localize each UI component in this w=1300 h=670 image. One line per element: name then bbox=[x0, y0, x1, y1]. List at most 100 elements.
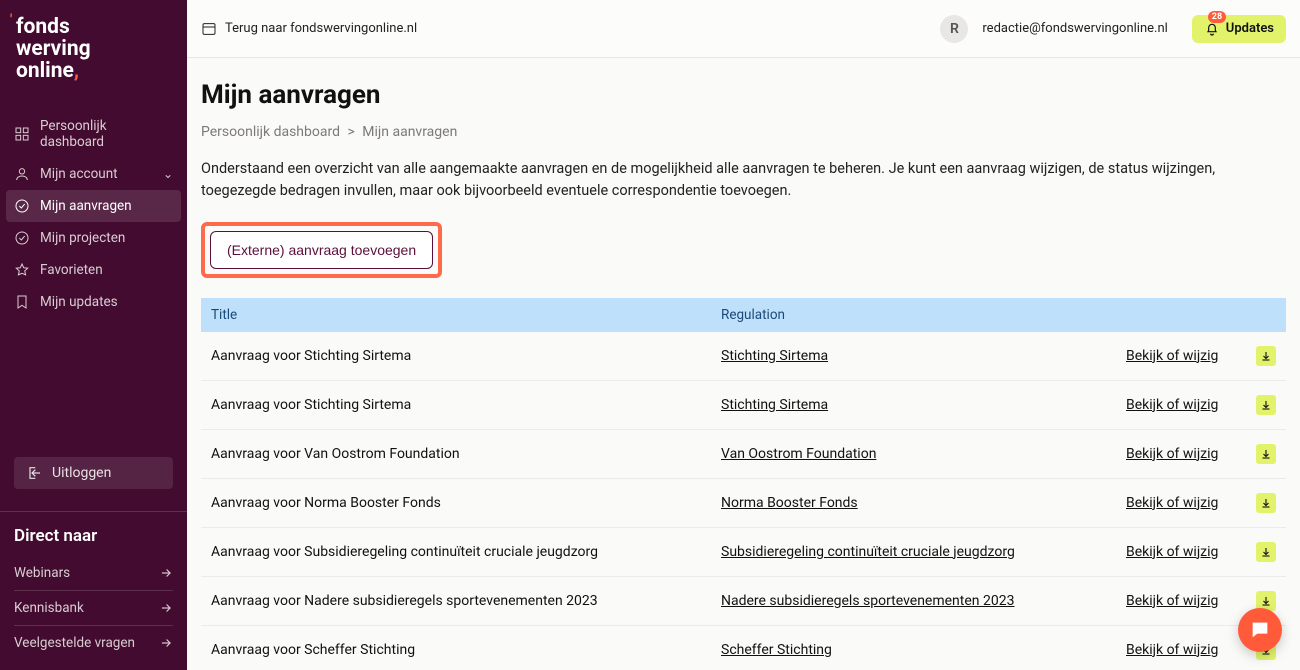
intro-text: Onderstaand een overzicht van alle aange… bbox=[201, 158, 1281, 202]
sidebar-item-favorieten[interactable]: Favorieten bbox=[0, 254, 187, 286]
topbar: Terug naar fondswervingonline.nl R redac… bbox=[187, 0, 1300, 58]
regulation-link[interactable]: Subsidieregeling continuïteit cruciale j… bbox=[721, 544, 1015, 560]
chat-icon bbox=[1249, 619, 1271, 641]
user-email: redactie@fondswervingonline.nl bbox=[982, 21, 1167, 36]
view-edit-link[interactable]: Bekijk of wijzig bbox=[1126, 544, 1218, 560]
updates-badge: 28 bbox=[1208, 11, 1226, 23]
download-button[interactable] bbox=[1256, 542, 1276, 562]
table-row: Aanvraag voor Stichting Sirtema Stichting… bbox=[201, 380, 1286, 429]
table-row: Aanvraag voor Van Oostrom Foundation Van … bbox=[201, 429, 1286, 478]
regulation-link[interactable]: Norma Booster Fonds bbox=[721, 495, 858, 511]
chevron-down-icon: ⌄ bbox=[163, 167, 173, 181]
download-icon bbox=[1260, 595, 1272, 607]
direct-link-label: Veelgestelde vragen bbox=[14, 635, 135, 651]
row-title: Aanvraag voor Nadere subsidieregels spor… bbox=[201, 576, 711, 625]
download-icon bbox=[1260, 546, 1272, 558]
direct-link-kennisbank[interactable]: Kennisbank bbox=[14, 591, 173, 626]
row-title: Aanvraag voor Scheffer Stichting bbox=[201, 625, 711, 670]
logo-line1: fonds bbox=[16, 15, 70, 39]
sidebar-item-label: Mijn projecten bbox=[40, 230, 125, 246]
sidebar-item-label: Mijn account bbox=[40, 166, 118, 182]
bell-icon bbox=[1204, 21, 1220, 37]
sidebar-item-aanvragen[interactable]: Mijn aanvragen bbox=[6, 190, 181, 222]
logo-line3: online bbox=[16, 59, 74, 83]
table-row: Aanvraag voor Nadere subsidieregels spor… bbox=[201, 576, 1286, 625]
regulation-link[interactable]: Stichting Sirtema bbox=[721, 348, 828, 364]
row-title: Aanvraag voor Stichting Sirtema bbox=[201, 380, 711, 429]
sidebar-nav: Persoonlijk dashboard Mijn account ⌄ Mij… bbox=[0, 110, 187, 318]
highlight-box: (Externe) aanvraag toevoegen bbox=[201, 222, 442, 278]
download-button[interactable] bbox=[1256, 493, 1276, 513]
chat-bubble[interactable] bbox=[1238, 608, 1282, 652]
avatar[interactable]: R bbox=[940, 15, 968, 43]
view-edit-link[interactable]: Bekijk of wijzig bbox=[1126, 593, 1218, 609]
sidebar-item-label: Mijn updates bbox=[40, 294, 118, 310]
row-title: Aanvraag voor Stichting Sirtema bbox=[201, 332, 711, 381]
regulation-link[interactable]: Stichting Sirtema bbox=[721, 397, 828, 413]
direct-link-faq[interactable]: Veelgestelde vragen bbox=[14, 626, 173, 660]
view-edit-link[interactable]: Bekijk of wijzig bbox=[1126, 397, 1218, 413]
direct-link-label: Kennisbank bbox=[14, 600, 84, 616]
regulation-link[interactable]: Nadere subsidieregels sportevenementen 2… bbox=[721, 593, 1014, 609]
arrow-right-icon bbox=[159, 566, 173, 580]
view-edit-link[interactable]: Bekijk of wijzig bbox=[1126, 348, 1218, 364]
external-request-button[interactable]: (Externe) aanvraag toevoegen bbox=[210, 231, 433, 269]
updates-label: Updates bbox=[1226, 21, 1274, 36]
sidebar: ' fonds werving online, Persoonlijk dash… bbox=[0, 0, 187, 670]
download-icon bbox=[1260, 399, 1272, 411]
sidebar-item-label: Mijn aanvragen bbox=[40, 198, 132, 214]
col-header-title[interactable]: Title bbox=[201, 298, 711, 332]
download-icon bbox=[1260, 497, 1272, 509]
arrow-right-icon bbox=[159, 636, 173, 650]
col-header-action bbox=[1116, 298, 1246, 332]
row-title: Aanvraag voor Subsidieregeling continuït… bbox=[201, 527, 711, 576]
updates-button[interactable]: 28 Updates bbox=[1192, 15, 1286, 43]
table-row: Aanvraag voor Scheffer Stichting Scheffer… bbox=[201, 625, 1286, 670]
logo-line2: werving bbox=[16, 37, 91, 61]
view-edit-link[interactable]: Bekijk of wijzig bbox=[1126, 642, 1218, 658]
sidebar-item-account[interactable]: Mijn account ⌄ bbox=[0, 158, 187, 190]
arrow-right-icon bbox=[159, 601, 173, 615]
sidebar-item-dashboard[interactable]: Persoonlijk dashboard bbox=[0, 110, 187, 158]
direct-title: Direct naar bbox=[14, 526, 173, 546]
breadcrumb-root[interactable]: Persoonlijk dashboard bbox=[201, 124, 340, 140]
star-icon bbox=[14, 262, 30, 278]
sidebar-item-projecten[interactable]: Mijn projecten bbox=[0, 222, 187, 254]
logout-label: Uitloggen bbox=[52, 465, 111, 481]
page-title: Mijn aanvragen bbox=[201, 80, 1286, 110]
view-edit-link[interactable]: Bekijk of wijzig bbox=[1126, 446, 1218, 462]
row-title: Aanvraag voor Van Oostrom Foundation bbox=[201, 429, 711, 478]
col-header-regulation[interactable]: Regulation bbox=[711, 298, 1116, 332]
breadcrumb: Persoonlijk dashboard > Mijn aanvragen bbox=[201, 124, 1286, 140]
row-title: Aanvraag voor Norma Booster Fonds bbox=[201, 478, 711, 527]
download-button[interactable] bbox=[1256, 395, 1276, 415]
download-button[interactable] bbox=[1256, 444, 1276, 464]
table-row: Aanvraag voor Norma Booster Fonds Norma B… bbox=[201, 478, 1286, 527]
main: Terug naar fondswervingonline.nl R redac… bbox=[187, 0, 1300, 670]
view-edit-link[interactable]: Bekijk of wijzig bbox=[1126, 495, 1218, 511]
table-row: Aanvraag voor Subsidieregeling continuït… bbox=[201, 527, 1286, 576]
logo-comma: , bbox=[74, 59, 79, 83]
regulation-link[interactable]: Scheffer Stichting bbox=[721, 642, 832, 658]
logout-button[interactable]: Uitloggen bbox=[14, 457, 173, 489]
breadcrumb-sep: > bbox=[347, 124, 354, 140]
logo-tick-icon: ' bbox=[10, 13, 12, 28]
breadcrumb-current: Mijn aanvragen bbox=[362, 124, 457, 140]
content: Mijn aanvragen Persoonlijk dashboard > M… bbox=[187, 58, 1300, 670]
back-link-label: Terug naar fondswervingonline.nl bbox=[225, 21, 417, 36]
sidebar-item-label: Favorieten bbox=[40, 262, 103, 278]
brand-logo: ' fonds werving online, bbox=[0, 16, 187, 110]
window-icon bbox=[201, 21, 217, 37]
direct-link-label: Webinars bbox=[14, 565, 70, 581]
sidebar-item-updates[interactable]: Mijn updates bbox=[0, 286, 187, 318]
col-header-download bbox=[1246, 298, 1286, 332]
direct-link-webinars[interactable]: Webinars bbox=[14, 556, 173, 591]
check-circle-icon bbox=[14, 198, 30, 214]
download-icon bbox=[1260, 448, 1272, 460]
bookmark-icon bbox=[14, 294, 30, 310]
requests-table: Title Regulation Aanvraag voor Stichting… bbox=[201, 298, 1286, 670]
download-button[interactable] bbox=[1256, 346, 1276, 366]
back-link[interactable]: Terug naar fondswervingonline.nl bbox=[201, 21, 417, 37]
check-circle-icon bbox=[14, 230, 30, 246]
regulation-link[interactable]: Van Oostrom Foundation bbox=[721, 446, 876, 462]
